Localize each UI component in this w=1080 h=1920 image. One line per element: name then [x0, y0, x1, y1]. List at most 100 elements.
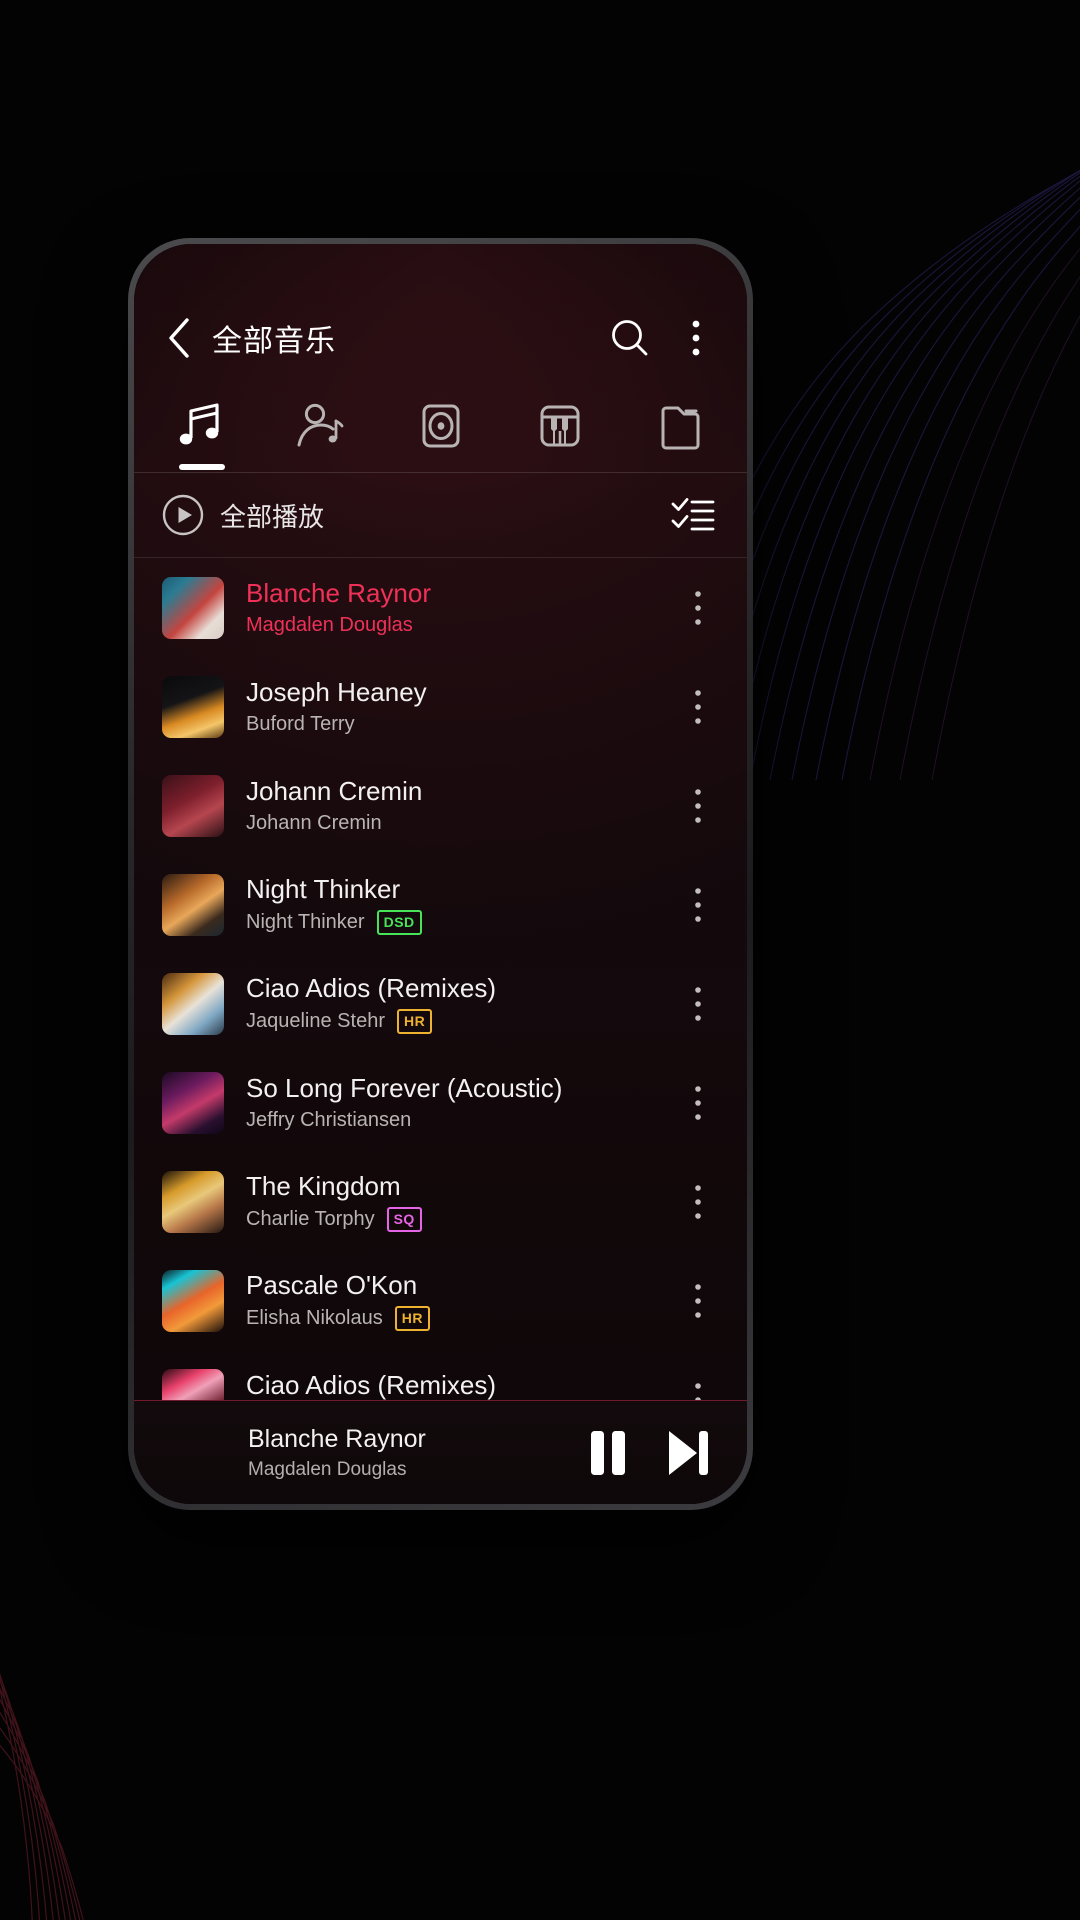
song-artist: Elisha Nikolaus [246, 1306, 383, 1329]
tab-albums[interactable] [381, 396, 500, 468]
checklist-icon [671, 498, 715, 531]
artwork-image [162, 1368, 224, 1400]
overflow-menu-button[interactable] [671, 313, 721, 363]
search-button[interactable] [605, 313, 655, 363]
mini-player-title: Blanche Raynor [248, 1424, 426, 1453]
song-text: Joseph Heaney Buford Terry [246, 677, 671, 736]
song-subline: Jaqueline Stehr HR [246, 1008, 671, 1034]
music-app: 全部音乐 全部播放 Blanche Raynor Magdalen Dougla… [134, 244, 747, 1504]
artwork-image [162, 1170, 224, 1233]
song-row[interactable]: The Kingdom Charlie Torphy SQ [134, 1152, 747, 1251]
song-artist: Magdalen Douglas [246, 613, 413, 636]
song-overflow-button[interactable] [671, 1266, 725, 1336]
song-subline: Night Thinker DSD [246, 909, 671, 935]
song-overflow-button[interactable] [671, 771, 725, 841]
tab-genres[interactable] [500, 396, 619, 468]
quality-badge: HR [394, 1305, 430, 1331]
chevron-left-icon [169, 318, 189, 358]
multiselect-button[interactable] [665, 487, 721, 543]
next-track-button[interactable] [655, 1420, 721, 1486]
more-vertical-icon [695, 887, 701, 922]
song-title: The Kingdom [246, 1171, 401, 1202]
phone-frame: 全部音乐 全部播放 Blanche Raynor Magdalen Dougla… [128, 238, 753, 1510]
song-subline: Elisha Nikolaus HR [246, 1305, 671, 1331]
song-overflow-button[interactable] [671, 969, 725, 1039]
song-text: Ciao Adios (Remixes) Jaqueline Stehr HR [246, 973, 671, 1034]
song-row[interactable]: Night Thinker Night Thinker DSD [134, 855, 747, 954]
song-row[interactable]: Ciao Adios (Remixes)Willis Osinski [134, 1350, 747, 1400]
song-title: Night Thinker [246, 874, 401, 905]
more-vertical-icon [695, 590, 701, 625]
piano-keys-icon [540, 405, 580, 447]
more-vertical-icon [695, 1184, 701, 1219]
song-text: The Kingdom Charlie Torphy SQ [246, 1171, 671, 1232]
play-all-row[interactable]: 全部播放 [134, 473, 747, 557]
album-disc-icon [422, 404, 460, 448]
tab-artists[interactable] [261, 396, 380, 468]
song-row[interactable]: Joseph Heaney Buford Terry [134, 657, 747, 756]
song-title: Blanche Raynor [246, 578, 431, 609]
mini-player-artwork [162, 1422, 224, 1484]
artist-icon [297, 403, 344, 447]
song-text: Night Thinker Night Thinker DSD [246, 874, 671, 935]
song-overflow-button[interactable] [671, 1167, 725, 1237]
song-row[interactable]: Blanche Raynor Magdalen Douglas [134, 558, 747, 657]
song-overflow-button[interactable] [671, 870, 725, 940]
more-vertical-icon [695, 689, 701, 724]
song-artwork [162, 1269, 224, 1332]
music-note-icon [179, 403, 219, 445]
active-tab-indicator [178, 464, 225, 470]
phone-screen: 全部音乐 全部播放 Blanche Raynor Magdalen Dougla… [134, 244, 747, 1504]
mini-player[interactable]: Blanche Raynor Magdalen Douglas [134, 1400, 747, 1504]
quality-badge: HR [396, 1008, 433, 1034]
more-vertical-icon [695, 1382, 701, 1400]
quality-badge: DSD [376, 909, 422, 935]
tab-bar [134, 392, 747, 472]
artwork-image [162, 576, 224, 639]
mini-player-text: Blanche Raynor Magdalen Douglas [248, 1425, 561, 1481]
song-artist: Night Thinker [246, 910, 365, 933]
song-title: Ciao Adios (Remixes) [246, 1370, 496, 1400]
song-artwork [162, 972, 224, 1035]
song-list[interactable]: Blanche Raynor Magdalen Douglas Joseph Hea… [134, 558, 747, 1400]
song-text: So Long Forever (Acoustic) Jeffry Christi… [246, 1073, 671, 1132]
play-circle-icon [162, 494, 204, 536]
song-row[interactable]: Ciao Adios (Remixes) Jaqueline Stehr HR [134, 954, 747, 1053]
song-overflow-button[interactable] [671, 1365, 725, 1400]
song-row[interactable]: Pascale O'Kon Elisha Nikolaus HR [134, 1251, 747, 1350]
song-text: Pascale O'Kon Elisha Nikolaus HR [246, 1270, 671, 1331]
artwork-image [162, 675, 224, 738]
song-subline: Jeffry Christiansen [246, 1109, 671, 1132]
song-subline: Buford Terry [246, 713, 671, 736]
song-subline: Magdalen Douglas [246, 614, 671, 637]
tab-songs[interactable] [142, 396, 261, 470]
back-button[interactable] [156, 315, 202, 361]
song-overflow-button[interactable] [671, 672, 725, 742]
artwork-image [162, 774, 224, 837]
song-row[interactable]: Johann Cremin Johann Cremin [134, 756, 747, 855]
more-vertical-icon [695, 1085, 701, 1120]
song-title: Johann Cremin [246, 776, 423, 807]
song-artwork [162, 774, 224, 837]
song-title: Joseph Heaney [246, 677, 427, 708]
pause-icon [591, 1430, 625, 1475]
pause-button[interactable] [575, 1420, 641, 1486]
song-artwork [162, 675, 224, 738]
artwork-image [162, 873, 224, 936]
skip-next-icon [669, 1430, 708, 1475]
page-title: 全部音乐 [212, 325, 336, 358]
song-row[interactable]: So Long Forever (Acoustic) Jeffry Christi… [134, 1053, 747, 1152]
artwork-image [162, 972, 224, 1035]
song-artwork [162, 873, 224, 936]
song-subline: Charlie Torphy SQ [246, 1206, 671, 1232]
search-icon [612, 320, 648, 356]
artwork-image [162, 1071, 224, 1134]
artwork-image [162, 1269, 224, 1332]
quality-badge: SQ [386, 1206, 422, 1232]
tab-folders[interactable] [620, 396, 739, 468]
song-subline: Johann Cremin [246, 812, 671, 835]
song-overflow-button[interactable] [671, 1068, 725, 1138]
song-artist: Johann Cremin [246, 811, 382, 834]
play-all-label: 全部播放 [220, 501, 325, 532]
song-overflow-button[interactable] [671, 573, 725, 643]
